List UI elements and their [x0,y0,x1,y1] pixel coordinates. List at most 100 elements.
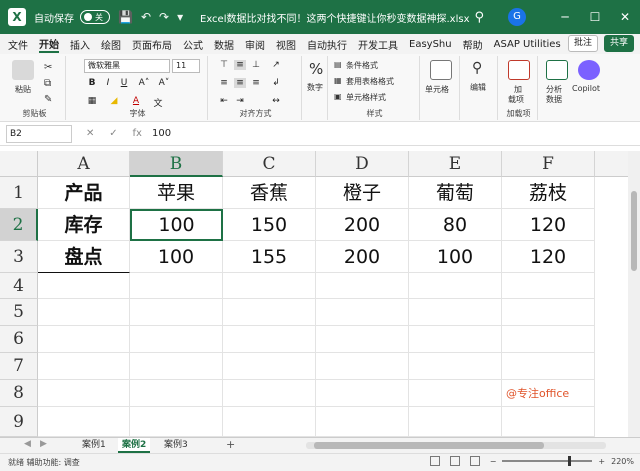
cell-e5[interactable] [409,299,502,326]
cells-label[interactable]: 单元格 [425,84,449,95]
row-header-5[interactable]: 5 [0,299,38,326]
cell-f3[interactable]: 120 [502,241,595,273]
row-header-4[interactable]: 4 [0,273,38,299]
undo-icon[interactable]: ↶ [141,10,151,24]
zoom-level[interactable]: 220% [611,457,634,466]
cell-f7[interactable] [502,353,595,380]
comment-button[interactable]: 批注 [567,35,598,52]
column-header-d[interactable]: D [316,151,409,177]
cell-c1[interactable]: 香蕉 [223,177,316,209]
formula-value[interactable]: 100 [152,128,171,139]
copilot-icon[interactable] [578,60,600,80]
cell-a9[interactable] [38,407,130,437]
name-box[interactable]: B2 [6,124,72,143]
row-header-9[interactable]: 9 [0,407,38,437]
search-icon[interactable]: ⚲ [474,10,484,25]
menu-formulas[interactable]: 公式 [183,37,203,52]
column-header-c[interactable]: C [223,151,316,177]
add-sheet-button[interactable]: + [226,438,235,451]
cell-e4[interactable] [409,273,502,299]
cell-d4[interactable] [316,273,409,299]
cell-f6[interactable] [502,326,595,353]
sheet-tab-3[interactable]: 案例3 [160,438,192,453]
close-button[interactable]: ✕ [610,10,640,24]
cell-a2[interactable]: 库存 [38,209,130,241]
underline-icon[interactable]: U [118,78,130,88]
cell-f9[interactable] [502,407,595,437]
column-header-a[interactable]: A [38,151,130,177]
minimize-button[interactable]: ─ [550,10,580,24]
prev-sheet-icon[interactable]: ◀ [24,439,31,449]
font-color-icon[interactable]: A [130,96,142,106]
sheet-tab-2[interactable]: 案例2 [118,438,151,453]
column-header-f[interactable]: F [502,151,595,177]
menu-help[interactable]: 帮助 [463,37,483,52]
cell-e6[interactable] [409,326,502,353]
row-header-1[interactable]: 1 [0,177,38,209]
cell-a7[interactable] [38,353,130,380]
share-button[interactable]: 共享 [603,35,634,52]
cell-b6[interactable] [130,326,223,353]
row-header-8[interactable]: 8 [0,380,38,407]
search-icon[interactable]: ⚲ [472,60,482,76]
sheet-tab-1[interactable]: 案例1 [78,438,110,453]
menu-developer[interactable]: 开发工具 [358,37,398,52]
cell-d2[interactable]: 200 [316,209,409,241]
autosave-toggle[interactable]: 关 [80,10,110,24]
align-middle-icon[interactable]: ≡ [234,60,246,70]
cell-a8[interactable] [38,380,130,407]
redo-icon[interactable]: ↷ [159,10,169,24]
menu-review[interactable]: 审阅 [245,37,265,52]
cell-b5[interactable] [130,299,223,326]
maximize-button[interactable]: ☐ [580,10,610,24]
column-header-b[interactable]: B [130,151,223,177]
increase-indent-icon[interactable]: ⇥ [234,96,246,106]
bold-icon[interactable]: B [86,78,98,88]
align-left-icon[interactable]: ≡ [218,78,230,88]
cell-d3[interactable]: 200 [316,241,409,273]
cell-e3[interactable]: 100 [409,241,502,273]
zoom-out-icon[interactable]: − [490,457,497,466]
cell-a1[interactable]: 产品 [38,177,130,209]
zoom-slider-knob[interactable] [568,456,572,466]
select-all-corner[interactable] [0,151,38,177]
vertical-scroll-thumb[interactable] [631,191,637,271]
align-bottom-icon[interactable]: ⊥ [250,60,262,70]
copy-icon[interactable]: ⧉ [44,78,51,89]
cell-a5[interactable] [38,299,130,326]
cell-e8[interactable] [409,380,502,407]
avatar[interactable]: G [508,8,526,26]
cell-f2[interactable]: 120 [502,209,595,241]
menu-easyshu[interactable]: EasyShu [409,39,452,50]
cell-d8[interactable] [316,380,409,407]
menu-insert[interactable]: 插入 [70,37,90,52]
menu-page-layout[interactable]: 页面布局 [132,37,172,52]
cell-styles-button[interactable]: 单元格样式 [346,92,386,103]
cell-d6[interactable] [316,326,409,353]
cell-e1[interactable]: 葡萄 [409,177,502,209]
row-header-3[interactable]: 3 [0,241,38,273]
conditional-format-button[interactable]: 条件格式 [346,60,378,71]
fx-icon[interactable]: fx [133,128,142,139]
cell-f1[interactable]: 荔枝 [502,177,595,209]
font-size-field[interactable]: 11 [172,59,200,73]
cell-b9[interactable] [130,407,223,437]
cell-a6[interactable] [38,326,130,353]
enter-icon[interactable]: ✓ [109,128,117,139]
cell-c9[interactable] [223,407,316,437]
cell-styles-icon[interactable]: ▣ [334,92,342,101]
cell-a3[interactable]: 盘点 [38,241,130,273]
conditional-format-icon[interactable]: ▤ [334,60,342,69]
number-label[interactable]: 数字 [307,82,323,93]
customize-qat-icon[interactable]: ▾ [177,10,183,24]
orientation-icon[interactable]: ↗ [270,60,282,70]
menu-automate[interactable]: 自动执行 [307,37,347,52]
cell-b3[interactable]: 100 [130,241,223,273]
row-header-2[interactable]: 2 [0,209,38,241]
zoom-in-icon[interactable]: + [598,457,605,466]
menu-asap-utilities[interactable]: ASAP Utilities [494,39,561,50]
font-name-field[interactable]: 微软雅黑 [84,59,170,73]
save-icon[interactable]: 💾 [118,10,133,24]
align-top-icon[interactable]: ⊤ [218,60,230,70]
fill-color-icon[interactable]: ◢ [108,96,120,106]
